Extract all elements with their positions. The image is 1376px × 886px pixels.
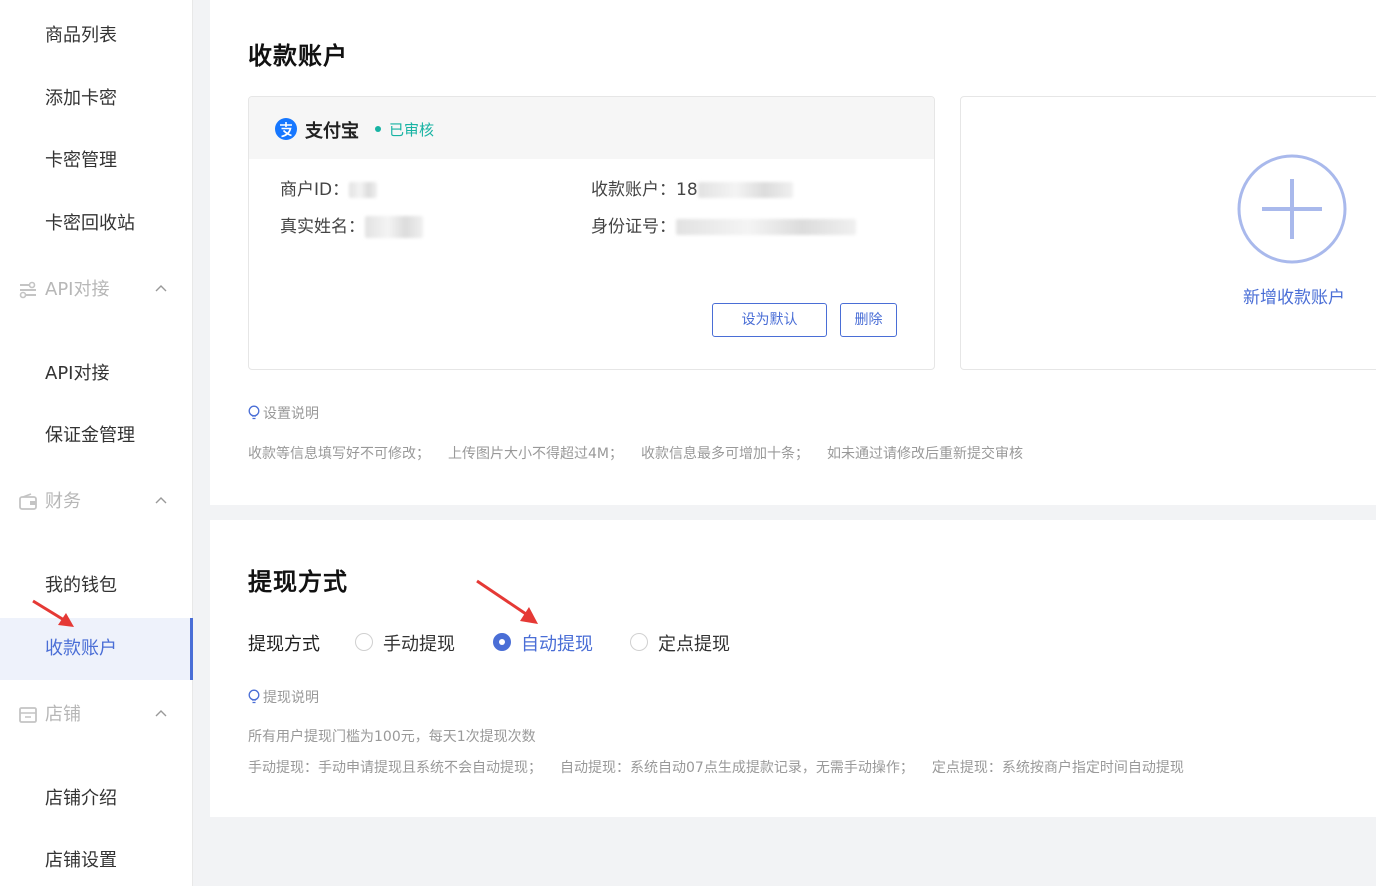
real-name-field: 真实姓名： [280,212,423,238]
status-badge: 已审核 [389,121,435,139]
redacted-value [676,219,856,235]
tip-item: 收款等信息填写好不可修改； [248,446,430,462]
radio-label[interactable]: 定点提现 [658,630,730,656]
sidebar-item-product-list[interactable]: 商品列表 [0,5,193,67]
annotation-arrow-icon [476,579,538,624]
sidebar-item-label: 卡密回收站 [45,213,135,234]
field-label: 身份证号： [591,217,676,237]
bulb-icon [248,405,260,420]
radio-icon[interactable] [630,633,648,651]
sidebar-group-label: 财务 [45,491,81,512]
tip-item: 上传图片大小不得超过4M； [448,446,623,462]
redacted-value [365,216,423,238]
sidebar-item-label: 我的钱包 [45,575,117,596]
wallet-icon [19,493,37,510]
withdraw-threshold-text: 所有用户提现门槛为100元，每天1次提现次数 [248,729,536,745]
tip-title-text: 提现说明 [263,690,319,706]
set-default-button[interactable]: 设为默认 [712,303,827,337]
sidebar-item-store-settings[interactable]: 店铺设置 [0,830,193,886]
card-header: 支付宝 已审核 [249,97,934,159]
chevron-up-icon [155,710,167,717]
chevron-up-icon [155,497,167,504]
sidebar-item-label: 添加卡密 [45,88,117,109]
annotation-arrow-icon [32,599,74,627]
withdraw-method-label: 提现方式 [248,634,320,655]
sidebar-item-label: 卡密管理 [45,150,117,171]
sidebar-item-label: 保证金管理 [45,425,135,446]
store-icon [19,707,37,723]
tip-title: 提现说明 [248,687,319,707]
sidebar-item-label: API对接 [45,363,110,384]
radio-checked-icon[interactable] [493,633,511,651]
sidebar-item-api[interactable]: API对接 [0,343,193,405]
sidebar-group-label: 店铺 [45,704,81,725]
provider-name: 支付宝 [305,121,359,142]
sidebar: 商品列表 添加卡密 卡密管理 卡密回收站 API对接 API对接 保证金管理 财… [0,0,193,886]
tip-title-text: 设置说明 [263,406,319,422]
redacted-value [349,182,378,198]
withdraw-panel: 提现方式 提现方式 手动提现 自动提现 定点提现 提现说明 所有用户提现门槛为1… [210,520,1376,817]
sidebar-group-finance[interactable]: 财务 [0,480,193,524]
sidebar-item-add-card[interactable]: 添加卡密 [0,68,193,130]
tip-item: 定点提现：系统按商户指定时间自动提现 [931,760,1184,776]
payment-account-panel: 收款账户 支付宝 已审核 商户ID： 收款账户：18 真实姓名： 身份证号： 设… [210,0,1376,505]
sidebar-item-label: 商品列表 [45,25,117,46]
redacted-value [697,182,793,198]
tip-item: 收款信息最多可增加十条； [641,446,809,462]
field-label: 商户ID： [280,180,350,200]
sidebar-item-label: 收款账户 [45,638,117,659]
sidebar-item-deposit[interactable]: 保证金管理 [0,405,193,467]
tip-text: 收款等信息填写好不可修改； 上传图片大小不得超过4M； 收款信息最多可增加十条； 如未… [248,443,1041,463]
section-title: 提现方式 [248,568,348,596]
add-account-card[interactable]: 新增收款账户 [960,96,1376,370]
sidebar-group-store[interactable]: 店铺 [0,693,193,737]
sidebar-group-label: API对接 [45,279,110,300]
add-account-label[interactable]: 新增收款账户 [1243,283,1345,308]
radio-icon[interactable] [355,633,373,651]
sidebar-item-label: 店铺介绍 [45,788,117,809]
merchant-id-field: 商户ID： [280,175,378,200]
radio-label[interactable]: 自动提现 [521,630,593,656]
alipay-icon [275,118,297,140]
account-value: 18 [676,180,698,200]
tip-item: 手动提现：手动申请提现且系统不会自动提现； [248,760,542,776]
id-number-field: 身份证号： [591,212,856,237]
status-dot-icon [375,126,381,132]
sidebar-group-api[interactable]: API对接 [0,268,193,312]
tip-item: 如未通过请修改后重新提交审核 [827,446,1023,462]
tip-title: 设置说明 [248,403,319,423]
tip-item: 自动提现：系统自动07点生成提款记录，无需手动操作； [560,760,914,776]
api-icon [19,281,36,299]
withdraw-mode-tips: 手动提现：手动申请提现且系统不会自动提现； 自动提现：系统自动07点生成提款记录，… [248,757,1202,777]
alipay-account-card: 支付宝 已审核 商户ID： 收款账户：18 真实姓名： 身份证号： 设为默认 删… [248,96,935,370]
sidebar-item-my-wallet[interactable]: 我的钱包 [0,555,193,617]
chevron-up-icon [155,285,167,292]
sidebar-item-store-intro[interactable]: 店铺介绍 [0,768,193,830]
section-title: 收款账户 [248,42,348,70]
sidebar-item-card-manage[interactable]: 卡密管理 [0,130,193,192]
radio-label[interactable]: 手动提现 [383,630,455,656]
bulb-icon [248,689,260,704]
sidebar-item-card-recycle[interactable]: 卡密回收站 [0,193,193,255]
sidebar-item-label: 店铺设置 [45,850,117,871]
add-circle-icon[interactable] [1236,153,1348,265]
field-label: 真实姓名： [280,217,365,237]
sidebar-item-payment-account[interactable]: 收款账户 [0,618,193,680]
delete-button[interactable]: 删除 [840,303,897,337]
account-field: 收款账户：18 [591,175,793,200]
field-label: 收款账户： [591,180,676,200]
